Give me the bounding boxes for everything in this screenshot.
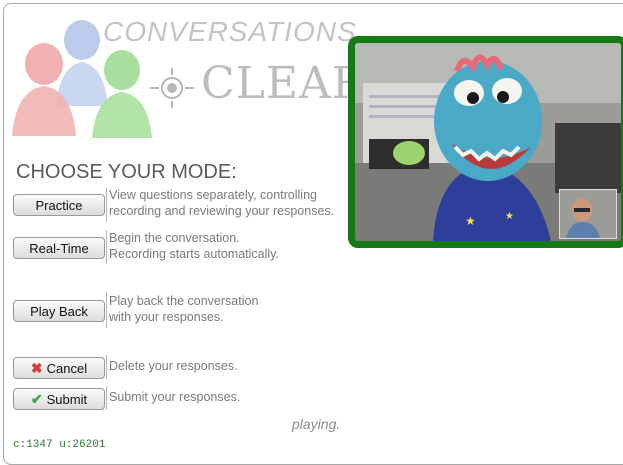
realtime-description-line: Begin the conversation. <box>109 231 240 245</box>
playback-description-line: Play back the conversation <box>109 294 259 308</box>
realtime-button[interactable]: Real-Time <box>13 237 105 259</box>
divider <box>106 292 107 328</box>
practice-description: View questions separately, controlling r… <box>109 187 334 219</box>
practice-description-line: View questions separately, controlling <box>109 188 317 202</box>
cancel-button-label: Cancel <box>46 360 88 376</box>
divider <box>106 386 107 410</box>
submit-button[interactable]: ✔ Submit <box>13 388 105 410</box>
svg-text:★: ★ <box>465 214 476 228</box>
self-view-thumbnail <box>559 189 617 239</box>
video-player[interactable]: ★ ★ <box>348 36 623 248</box>
submit-button-label: Submit <box>46 391 88 407</box>
practice-button-label: Practice <box>35 197 83 213</box>
playback-description-line: with your responses. <box>109 310 224 324</box>
playback-button-label: Play Back <box>30 303 88 319</box>
realtime-description: Begin the conversation. Recording starts… <box>109 230 279 262</box>
x-icon: ✖ <box>30 359 43 376</box>
cancel-description-line: Delete your responses. <box>109 359 238 373</box>
realtime-description-line: Recording starts automatically. <box>109 247 279 261</box>
submit-description-line: Submit your responses. <box>109 390 241 404</box>
self-view-frame <box>560 190 616 238</box>
logo: CONVERSATIONS CLEAR <box>8 14 365 144</box>
practice-description-line: recording and reviewing your responses. <box>109 204 335 218</box>
check-icon: ✔ <box>30 390 43 407</box>
playback-button[interactable]: Play Back <box>13 300 105 322</box>
divider <box>106 230 107 264</box>
logo-brand: CLEAR <box>201 58 366 109</box>
logo-title: CONVERSATIONS <box>103 16 357 47</box>
svg-text:★: ★ <box>505 211 514 222</box>
playback-status: playing. <box>292 416 341 432</box>
submit-description: Submit your responses. <box>109 389 240 405</box>
cancel-button[interactable]: ✖ Cancel <box>13 357 105 379</box>
playback-description: Play back the conversation with your res… <box>109 293 258 325</box>
cancel-description: Delete your responses. <box>109 358 238 374</box>
counter-readout: c:1347 u:26201 <box>13 439 106 451</box>
practice-button[interactable]: Practice <box>13 194 105 216</box>
divider <box>106 188 107 222</box>
divider <box>106 355 107 379</box>
realtime-button-label: Real-Time <box>29 240 89 256</box>
mode-heading: CHOOSE YOUR MODE: <box>16 161 237 183</box>
